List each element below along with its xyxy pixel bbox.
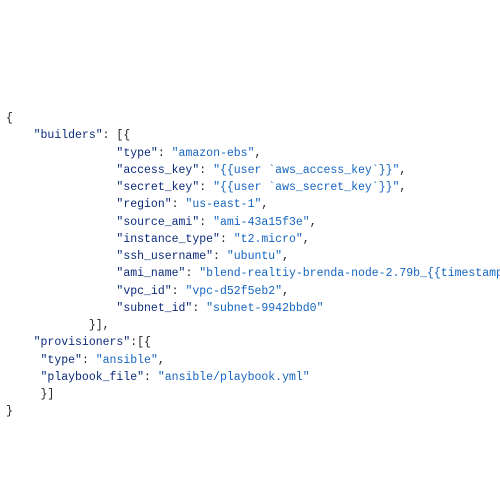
json-punct: : bbox=[172, 198, 186, 211]
json-string: "amazon-ebs" bbox=[172, 147, 255, 160]
json-punct: :[{ bbox=[130, 336, 151, 349]
json-key: "region" bbox=[116, 198, 171, 211]
json-key: "ami_name" bbox=[116, 267, 185, 280]
json-string: "ansible" bbox=[96, 354, 158, 367]
json-key: "subnet_id" bbox=[116, 302, 192, 315]
json-punct: , bbox=[399, 181, 406, 194]
json-key: "builders" bbox=[34, 129, 103, 142]
json-key: "type" bbox=[116, 147, 157, 160]
code-line: "subnet_id": "subnet-9942bbd0" bbox=[6, 300, 500, 317]
code-line: "instance_type": "t2.micro", bbox=[6, 231, 500, 248]
code-line: "type": "amazon-ebs", bbox=[6, 145, 500, 162]
json-punct: : bbox=[82, 354, 96, 367]
json-key: "vpc_id" bbox=[116, 285, 171, 298]
json-string: "ansible/playbook.yml" bbox=[158, 371, 310, 384]
json-punct bbox=[34, 354, 41, 367]
code-line: { bbox=[6, 110, 500, 127]
json-punct: : bbox=[144, 371, 158, 384]
json-punct: : bbox=[158, 147, 172, 160]
code-line: "builders": [{ bbox=[6, 127, 500, 144]
code-line: "source_ami": "ami-43a15f3e", bbox=[6, 214, 500, 231]
code-line: "ami_name": "blend-realtiy-brenda-node-2… bbox=[6, 265, 500, 282]
json-string: "ami-43a15f3e" bbox=[213, 216, 310, 229]
json-punct: : [{ bbox=[103, 129, 131, 142]
json-key: "provisioners" bbox=[34, 336, 131, 349]
json-punct: : bbox=[199, 181, 213, 194]
json-punct: : bbox=[199, 216, 213, 229]
code-line: "playbook_file": "ansible/playbook.yml" bbox=[6, 369, 500, 386]
json-punct: , bbox=[310, 216, 317, 229]
code-line: "ssh_username": "ubuntu", bbox=[6, 248, 500, 265]
json-punct: , bbox=[254, 147, 261, 160]
json-string: "vpc-d52f5eb2" bbox=[185, 285, 282, 298]
json-string: "{{user `aws_secret_key`}}" bbox=[213, 181, 399, 194]
json-string: "blend-realtiy-brenda-node-2.79b_{{times… bbox=[199, 267, 500, 280]
json-string: "{{user `aws_access_key`}}" bbox=[213, 164, 399, 177]
json-punct: : bbox=[199, 164, 213, 177]
json-key: "secret_key" bbox=[116, 181, 199, 194]
json-key: "instance_type" bbox=[116, 233, 220, 246]
json-punct: , bbox=[282, 250, 289, 263]
json-key: "playbook_file" bbox=[41, 371, 145, 384]
json-string: "us-east-1" bbox=[185, 198, 261, 211]
json-key: "access_key" bbox=[116, 164, 199, 177]
json-key: "ssh_username" bbox=[116, 250, 213, 263]
json-punct: , bbox=[261, 198, 268, 211]
json-punct: : bbox=[192, 302, 206, 315]
json-punct: , bbox=[303, 233, 310, 246]
json-string: "ubuntu" bbox=[227, 250, 282, 263]
code-block: { "builders": [{ "type": "amazon-ebs", "… bbox=[0, 0, 500, 421]
code-line: "region": "us-east-1", bbox=[6, 196, 500, 213]
code-line: }], bbox=[6, 317, 500, 334]
json-punct: : bbox=[213, 250, 227, 263]
json-punct: , bbox=[282, 285, 289, 298]
json-key: "source_ami" bbox=[116, 216, 199, 229]
json-string: "t2.micro" bbox=[234, 233, 303, 246]
json-punct: }] bbox=[34, 388, 55, 401]
json-punct: : bbox=[220, 233, 234, 246]
code-line: "secret_key": "{{user `aws_secret_key`}}… bbox=[6, 179, 500, 196]
code-line: } bbox=[6, 403, 500, 420]
json-string: "subnet-9942bbd0" bbox=[206, 302, 323, 315]
json-punct bbox=[34, 371, 41, 384]
code-line: "access_key": "{{user `aws_access_key`}}… bbox=[6, 162, 500, 179]
json-punct: , bbox=[399, 164, 406, 177]
code-line: "vpc_id": "vpc-d52f5eb2", bbox=[6, 283, 500, 300]
json-punct: : bbox=[185, 267, 199, 280]
code-line: "type": "ansible", bbox=[6, 352, 500, 369]
json-key: "type" bbox=[41, 354, 82, 367]
json-punct: : bbox=[172, 285, 186, 298]
code-line: }] bbox=[6, 386, 500, 403]
json-punct: } bbox=[6, 405, 13, 418]
json-punct: , bbox=[158, 354, 165, 367]
json-punct: { bbox=[6, 112, 13, 125]
json-punct: }], bbox=[89, 319, 110, 332]
code-line: "provisioners":[{ bbox=[6, 334, 500, 351]
